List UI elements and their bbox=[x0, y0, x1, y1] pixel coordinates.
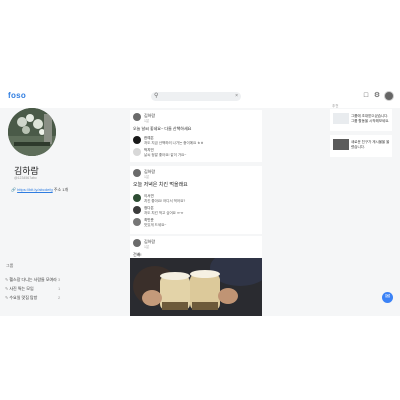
avatar[interactable] bbox=[133, 113, 141, 121]
group-count: 3 bbox=[58, 277, 61, 282]
comment-text: 저도 지금 산책하러 나가는 중이에요 ㅎㅎ bbox=[144, 141, 204, 145]
group-label: 수요일 맛집 탐방 bbox=[9, 295, 38, 300]
pencil-icon: ✎ bbox=[5, 286, 9, 291]
comment-text: 저도 치킨 먹고 싶어요 ㅠㅠ bbox=[144, 211, 184, 215]
comment-text: 날씨 정말 좋아요! 같이 가요~ bbox=[144, 153, 187, 157]
avatar[interactable] bbox=[133, 218, 141, 226]
side-thumbnail bbox=[333, 139, 349, 150]
group-item[interactable]: ✎수요일 맛집 탐방 bbox=[5, 295, 65, 301]
post-content: 오늘 날씨 좋네요~ 다들 산책하세요 bbox=[133, 126, 192, 131]
avatar[interactable] bbox=[133, 136, 141, 144]
post-card: 김하람 1분 건배! bbox=[130, 236, 262, 316]
logo[interactable]: foso bbox=[8, 91, 26, 100]
group-count: 2 bbox=[58, 295, 61, 300]
group-item[interactable]: ✎사진 찍는 모임 bbox=[5, 286, 65, 292]
avatar[interactable] bbox=[133, 148, 141, 156]
group-count: 1 bbox=[58, 286, 61, 291]
group-item[interactable]: ✎헬스장 다니는 사람들 모여라 bbox=[5, 277, 65, 283]
post-time: 1분 bbox=[144, 245, 150, 249]
post-photo[interactable] bbox=[130, 258, 262, 316]
comment-text: 맛있게 드세요~ bbox=[144, 223, 167, 227]
avatar[interactable] bbox=[133, 239, 141, 247]
search-icon: ⚲ bbox=[154, 93, 159, 99]
groups-title: 그룹 bbox=[6, 263, 14, 268]
comment-text: 치킨 좋아요! 어디서 먹어요? bbox=[144, 199, 186, 203]
bell-icon[interactable]: □ bbox=[362, 92, 370, 100]
side-card[interactable]: 그룹에 초대받으셨습니다. 그룹 활동을 시작해보세요. bbox=[330, 109, 392, 131]
profile-handle: @1234567abc bbox=[14, 176, 37, 180]
side-card[interactable]: 새로운 친구가 게시물을 올렸습니다. bbox=[330, 135, 392, 157]
side-card-text: 그룹에 초대받으셨습니다. 그룹 활동을 시작해보세요. bbox=[351, 114, 390, 123]
gear-icon[interactable]: ⚙ bbox=[373, 92, 381, 100]
app-window: foso ⚲ × □ ⚙ 김하람 @1234567abc 🔗 https://b… bbox=[0, 84, 400, 316]
profile-photo[interactable] bbox=[8, 108, 56, 156]
side-thumbnail bbox=[333, 113, 349, 124]
profile-link-url[interactable]: https://bit.ly/abcdefg bbox=[17, 187, 53, 192]
post-time: 1분 bbox=[144, 119, 150, 123]
avatar[interactable] bbox=[133, 206, 141, 214]
pencil-icon: ✎ bbox=[5, 295, 9, 300]
avatar[interactable] bbox=[133, 194, 141, 202]
close-icon[interactable]: × bbox=[235, 93, 238, 100]
avatar[interactable] bbox=[384, 91, 394, 101]
group-label: 헬스장 다니는 사람들 모여라 bbox=[9, 277, 57, 282]
post-time: 1분 bbox=[144, 175, 150, 179]
profile-link-suffix: 주소 1개 bbox=[53, 187, 69, 192]
chat-icon[interactable]: ✉ bbox=[382, 292, 393, 303]
avatar[interactable] bbox=[133, 169, 141, 177]
group-label: 사진 찍는 모임 bbox=[9, 286, 34, 291]
link-icon: 🔗 bbox=[11, 187, 16, 192]
side-card-text: 새로운 친구가 게시물을 올렸습니다. bbox=[351, 140, 390, 149]
post-content: 오늘 저녁은 치킨 먹을래요 bbox=[133, 182, 188, 188]
profile-link[interactable]: 🔗 https://bit.ly/abcdefg 주소 1개 bbox=[11, 187, 68, 193]
search-input[interactable]: ⚲ × bbox=[151, 92, 241, 101]
post-card: 김하람 1분 오늘 날씨 좋네요~ 다들 산책하세요 한예은 저도 지금 산책하… bbox=[130, 110, 262, 162]
pencil-icon: ✎ bbox=[5, 277, 9, 282]
post-card: 김하람 1분 오늘 저녁은 치킨 먹을래요 이서연 치킨 좋아요! 어디서 먹어… bbox=[130, 166, 262, 234]
top-bar: foso ⚲ × □ ⚙ bbox=[0, 84, 400, 108]
